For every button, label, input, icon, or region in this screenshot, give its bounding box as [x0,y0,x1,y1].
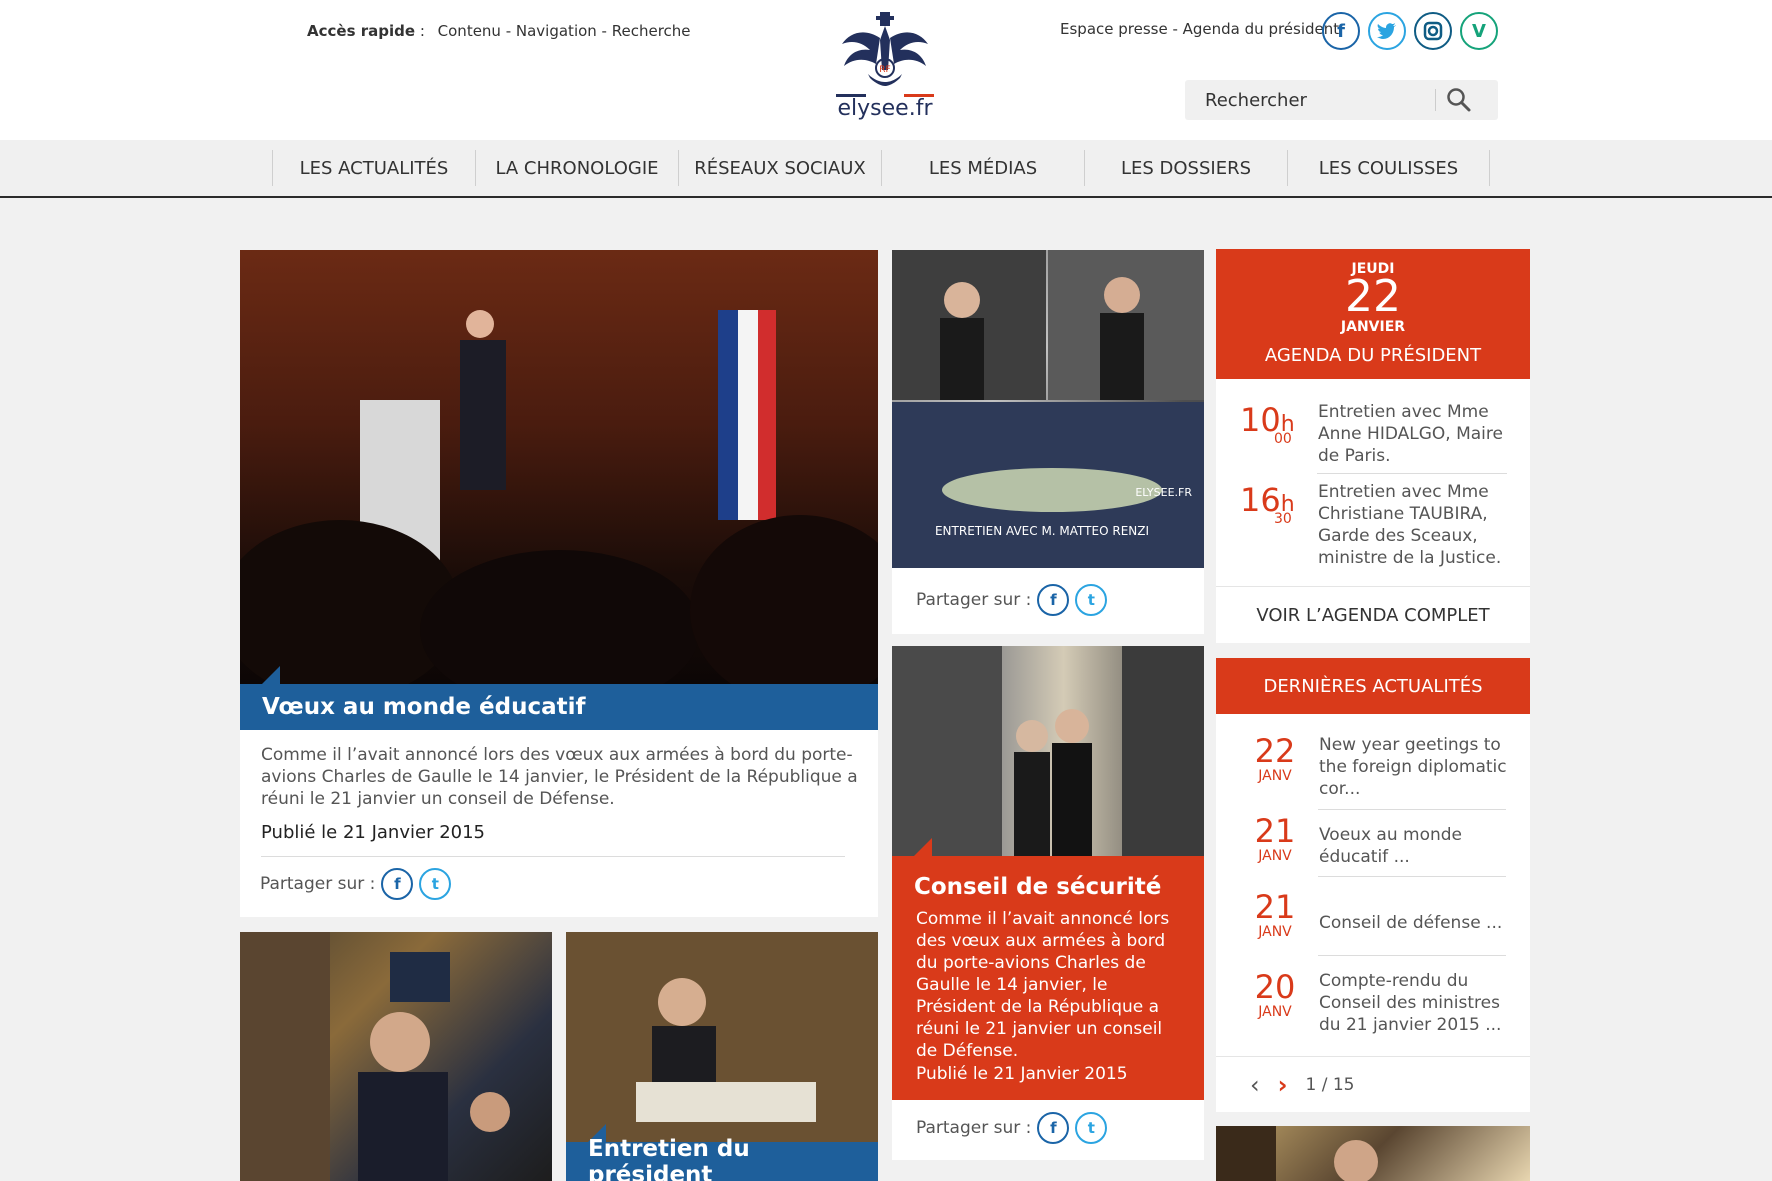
search-box [1185,80,1498,120]
facebook-icon[interactable]: f [1322,12,1360,50]
quick-access: Accès rapide : Contenu - Navigation - Re… [307,22,699,40]
video-thumbnail[interactable]: ENTRETIEN AVEC M. MATTEO RENZI ELYSEE.FR [892,250,1204,568]
news-item-text: Conseil de défense ... [1319,913,1503,933]
security-share-label: Partager sur : [916,1118,1032,1138]
agenda-item-text: Entretien avec Mme Anne HIDALGO, Maire d… [1318,402,1503,466]
feature-description: Comme il l’avait annoncé lors des vœux a… [261,745,858,809]
logo-text: elysee.fr [837,96,933,121]
agenda-header: JEUDI 22 JANVIER AGENDA DU PRÉSIDENT [1216,249,1530,379]
facebook-icon[interactable]: f [381,868,414,900]
facebook-icon[interactable]: f [1037,584,1070,616]
feature-title[interactable]: Vœux au monde éducatif [240,684,878,730]
search-icon[interactable] [1446,87,1472,113]
agenda-full-link[interactable]: VOIR L’AGENDA COMPLET [1216,586,1530,643]
news-pager: ‹ › 1 / 15 [1216,1056,1530,1112]
chevron-right-icon[interactable]: › [1278,1071,1288,1099]
agenda-item-minutes: 00 [1274,431,1292,447]
news-list: 22 JANV New year geetings to the foreign… [1216,714,1530,1112]
video-watermark: ELYSEE.FR [1135,486,1192,499]
video-share: Partager sur : f t [916,584,1108,616]
agenda-divider [1317,473,1507,474]
feature-share: Partager sur : f t [260,868,452,900]
agenda-day-number: 22 [1345,271,1401,322]
nav-item-chronologie[interactable]: LA CHRONOLOGIE [475,150,678,186]
feature-share-label: Partager sur : [260,874,376,894]
security-description: Comme il l’avait annoncé lors des vœux a… [916,909,1170,1061]
news-item-day: 21 [1254,888,1296,926]
twitter-icon[interactable]: t [419,868,452,900]
news-item-month: JANV [1258,1004,1292,1020]
quick-access-separator: : [419,22,425,40]
news-divider [1318,955,1506,956]
news-header: DERNIÈRES ACTUALITÉS [1216,658,1530,714]
video-thumbnail-art: ENTRETIEN AVEC M. MATTEO RENZI ELYSEE.FR [892,250,1204,568]
site-logo[interactable]: RF elysee.fr [820,10,950,128]
security-panel[interactable]: Conseil de sécurité Comme il l’avait ann… [892,856,1204,1100]
news-item-text: Compte-rendu du Conseil des ministres du… [1319,971,1502,1035]
agenda-item-time: 16h 30 [1240,481,1310,527]
quick-access-links[interactable]: Contenu - Navigation - Recherche [438,22,691,40]
chevron-left-icon[interactable]: ‹ [1250,1071,1260,1099]
feature-image-art [240,310,878,684]
twitter-icon[interactable]: t [1075,1112,1108,1144]
bottom-left-image-art [240,932,510,1181]
video-caption: ENTRETIEN AVEC M. MATTEO RENZI [935,524,1149,538]
elysee-emblem-icon: RF [836,12,934,97]
feature-divider [261,856,845,857]
press-agenda-links[interactable]: Espace presse - Agenda du président [1060,20,1339,38]
facebook-icon[interactable]: f [1037,1112,1070,1144]
twitter-icon[interactable]: t [1075,584,1108,616]
news-item-day: 22 [1254,732,1296,770]
agenda-title: AGENDA DU PRÉSIDENT [1264,345,1482,366]
news-item-day: 21 [1254,812,1296,850]
nav-item-actualites[interactable]: LES ACTUALITÉS [272,150,475,186]
nav-item-reseaux-sociaux[interactable]: RÉSEAUX SOCIAUX [678,150,881,186]
news-divider [1318,876,1506,877]
news-item-text: New year geetings to the foreign diploma… [1319,735,1507,799]
feature-image[interactable] [240,250,878,684]
main-nav: LES ACTUALITÉS LA CHRONOLOGIE RÉSEAUX SO… [0,140,1772,198]
news-divider [1318,809,1506,810]
search-separator [1435,89,1436,111]
security-image[interactable] [892,646,1204,856]
agenda-item-minutes: 30 [1274,511,1292,527]
feature-published-date: Publié le 21 Janvier 2015 [261,822,485,843]
agenda-item-text: Entretien avec Mme Christiane TAUBIRA, G… [1318,482,1502,568]
nav-item-coulisses[interactable]: LES COULISSES [1287,150,1490,186]
instagram-icon[interactable] [1414,12,1452,50]
news-item-month: JANV [1258,924,1292,940]
security-share: Partager sur : f t [916,1112,1108,1144]
bottom-left-image[interactable] [240,932,552,1181]
news-item-month: JANV [1258,848,1292,864]
news-item-text: Voeux au monde éducatif ... [1319,825,1462,867]
twitter-icon[interactable] [1368,12,1406,50]
svg-text:RF: RF [879,65,890,75]
quick-access-label: Accès rapide [307,22,416,40]
agenda-item-time: 10h 00 [1240,401,1310,447]
social-links: f V [1322,12,1498,50]
bottom-right-image-art [1216,1126,1378,1181]
security-image-art [892,646,1204,856]
bottom-right-image[interactable] [1216,1126,1530,1181]
news-page-count: 1 / 15 [1305,1074,1355,1095]
bottom-center-title[interactable]: Entretien du président [566,1136,878,1181]
news-item-month: JANV [1258,768,1292,784]
vine-icon[interactable]: V [1460,12,1498,50]
search-input[interactable] [1185,89,1435,111]
security-published-date: Publié le 21 Janvier 2015 [916,1064,1128,1084]
nav-item-medias[interactable]: LES MÉDIAS [881,150,1084,186]
agenda-month: JANVIER [1340,319,1406,335]
security-title: Conseil de sécurité [914,874,1162,900]
video-share-label: Partager sur : [916,590,1032,610]
feature-tab-notch [262,666,280,684]
security-tab-notch [914,838,932,856]
news-item-day: 20 [1254,968,1296,1006]
nav-item-dossiers[interactable]: LES DOSSIERS [1084,150,1287,186]
site-header: Accès rapide : Contenu - Navigation - Re… [0,0,1772,140]
